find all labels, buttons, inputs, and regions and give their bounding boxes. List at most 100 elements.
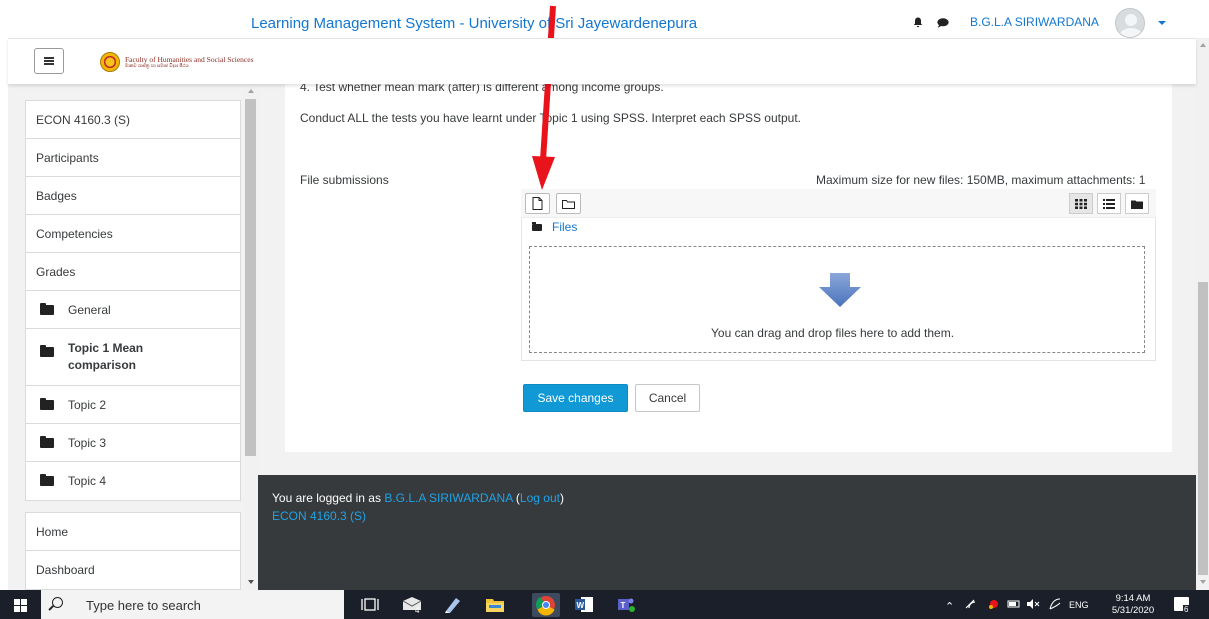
cancel-button[interactable]: Cancel — [635, 384, 700, 412]
view-icons-button[interactable] — [1069, 193, 1093, 214]
network-tray-icon[interactable] — [987, 598, 1001, 610]
nav-item-label: Home — [36, 524, 69, 539]
nav-item-badges[interactable]: Badges — [26, 177, 240, 215]
folder-icon — [40, 435, 54, 448]
file-submissions-label: File submissions — [300, 173, 389, 187]
view-tree-button[interactable] — [1125, 193, 1149, 214]
course-nav-block: ECON 4160.3 (S) Participants Badges Comp… — [25, 100, 241, 501]
language-indicator[interactable]: ENG — [1069, 600, 1089, 610]
faculty-logo[interactable]: Faculty of Humanities and Social Science… — [100, 51, 260, 73]
page-scrollbar-thumb[interactable] — [1198, 282, 1208, 575]
site-nav-block: Home Dashboard — [25, 512, 241, 590]
folder-outline-icon — [562, 199, 575, 209]
nav-item-topic-3[interactable]: Topic 3 — [26, 424, 240, 462]
folder-icon — [40, 345, 54, 357]
word-icon[interactable]: W — [574, 596, 594, 613]
clock-date: 5/31/2020 — [1111, 605, 1155, 616]
add-file-button[interactable] — [525, 193, 550, 214]
page-scroll-up-icon[interactable] — [1200, 43, 1206, 47]
svg-text:T: T — [621, 601, 626, 610]
university-seal-icon — [100, 52, 120, 72]
logout-close-paren: ) — [559, 491, 564, 505]
nav-item-topic-2[interactable]: Topic 2 — [26, 386, 240, 424]
nav-item-label: ECON 4160.3 (S) — [36, 112, 131, 127]
nav-item-label: Dashboard — [36, 563, 95, 577]
create-folder-button[interactable] — [556, 193, 581, 214]
hamburger-icon — [44, 57, 54, 65]
nav-item-label: General — [68, 302, 111, 317]
nav-item-label: Topic 3 — [68, 435, 107, 450]
nav-item-general[interactable]: General — [26, 291, 240, 329]
user-avatar[interactable] — [1115, 8, 1145, 38]
task-view-icon[interactable] — [360, 596, 380, 613]
ink-workspace-icon[interactable] — [1048, 597, 1062, 611]
nav-drawer: ECON 4160.3 (S) Participants Badges Comp… — [8, 84, 258, 590]
file-explorer-icon[interactable] — [485, 596, 505, 613]
logout-link[interactable]: Log out — [520, 491, 560, 505]
drop-instructions: You can drag and drop files here to add … — [711, 326, 955, 340]
folder-icon — [40, 474, 54, 486]
clock-time: 9:14 AM — [1115, 593, 1151, 604]
svg-text:W: W — [577, 601, 585, 610]
nav-item-competencies[interactable]: Competencies — [26, 215, 240, 253]
drawer-scroll-up-icon[interactable] — [248, 89, 254, 93]
pen-tray-icon[interactable] — [964, 598, 978, 610]
nav-item-course[interactable]: ECON 4160.3 (S) — [26, 101, 240, 139]
logo-line-1: Faculty of Humanities and Social Science… — [125, 54, 254, 64]
nav-item-dashboard[interactable]: Dashboard — [26, 551, 240, 589]
system-clock[interactable]: 9:14 AM 5/31/2020 — [1110, 593, 1156, 617]
path-folder-icon — [532, 222, 542, 231]
annotation-arrow — [532, 5, 556, 190]
file-picker-toolbar — [521, 189, 1156, 218]
drawer-scrollbar-thumb[interactable] — [245, 99, 256, 456]
nav-item-topic-4[interactable]: Topic 4 — [26, 462, 240, 500]
drawer-scroll-down-icon[interactable] — [248, 580, 254, 584]
footer-course-link[interactable]: ECON 4160.3 (S) — [272, 509, 366, 523]
site-title-link[interactable]: Learning Management System - University … — [251, 15, 697, 32]
chrome-icon[interactable] — [532, 593, 560, 617]
drop-arrow-icon — [819, 273, 861, 307]
search-icon — [52, 597, 63, 608]
logged-in-prefix: You are logged in as — [272, 491, 385, 505]
windows-start-icon[interactable] — [14, 599, 27, 612]
logo-line-2: මානව ශාස්ත්‍ර හා සමාජ විද්‍යා පීඨය — [125, 63, 189, 68]
user-menu-caret-icon[interactable] — [1158, 21, 1166, 25]
page-scroll-down-icon[interactable] — [1200, 580, 1206, 584]
nav-item-label: Badges — [36, 188, 77, 203]
nav-item-topic-1[interactable]: Topic 1 Mean comparison — [26, 329, 240, 386]
nav-item-grades[interactable]: Grades — [26, 253, 240, 291]
menu-toggle-button[interactable] — [34, 48, 64, 74]
file-icon — [532, 197, 543, 210]
tray-chevron-up-icon[interactable]: ⌃ — [945, 600, 954, 613]
notifications-bell-icon[interactable] — [913, 17, 923, 28]
nav-item-label: Participants — [36, 150, 99, 165]
folder-icon — [40, 302, 54, 315]
teams-icon[interactable]: T — [616, 596, 636, 613]
nav-item-label: Grades — [36, 264, 76, 279]
path-files-link[interactable]: Files — [552, 220, 577, 234]
nav-item-label: Topic 1 Mean comparison — [68, 341, 144, 372]
battery-icon[interactable] — [1007, 598, 1021, 610]
taskbar-search-placeholder: Type here to search — [86, 598, 201, 613]
save-changes-button[interactable]: Save changes — [523, 384, 628, 412]
notes-app-icon[interactable] — [443, 596, 463, 613]
top-navbar: Faculty of Humanities and Social Science… — [8, 38, 1196, 84]
nav-item-label: Topic 2 — [68, 397, 107, 412]
logged-in-info: You are logged in as B.G.L.A SIRIWARDANA… — [272, 491, 564, 505]
list-view-icon — [1103, 198, 1115, 209]
nav-item-label: Competencies — [36, 226, 113, 241]
mail-badge: 4 — [415, 606, 420, 615]
folder-icon — [40, 397, 54, 410]
volume-muted-icon[interactable] — [1026, 598, 1040, 610]
nav-item-home[interactable]: Home — [26, 513, 240, 551]
messages-chat-icon[interactable] — [937, 18, 949, 28]
view-list-button[interactable] — [1097, 193, 1121, 214]
logout-open-paren: ( — [512, 491, 520, 505]
notification-count: 6 — [1183, 605, 1190, 614]
max-size-text: Maximum size for new files: 150MB, maxim… — [816, 173, 1146, 187]
footer-user-link[interactable]: B.G.L.A SIRIWARDANA — [384, 491, 512, 505]
user-menu-name[interactable]: B.G.L.A SIRIWARDANA — [970, 15, 1099, 29]
nav-item-participants[interactable]: Participants — [26, 139, 240, 177]
grid-view-icon — [1075, 198, 1087, 209]
folder-icon — [1131, 200, 1143, 209]
